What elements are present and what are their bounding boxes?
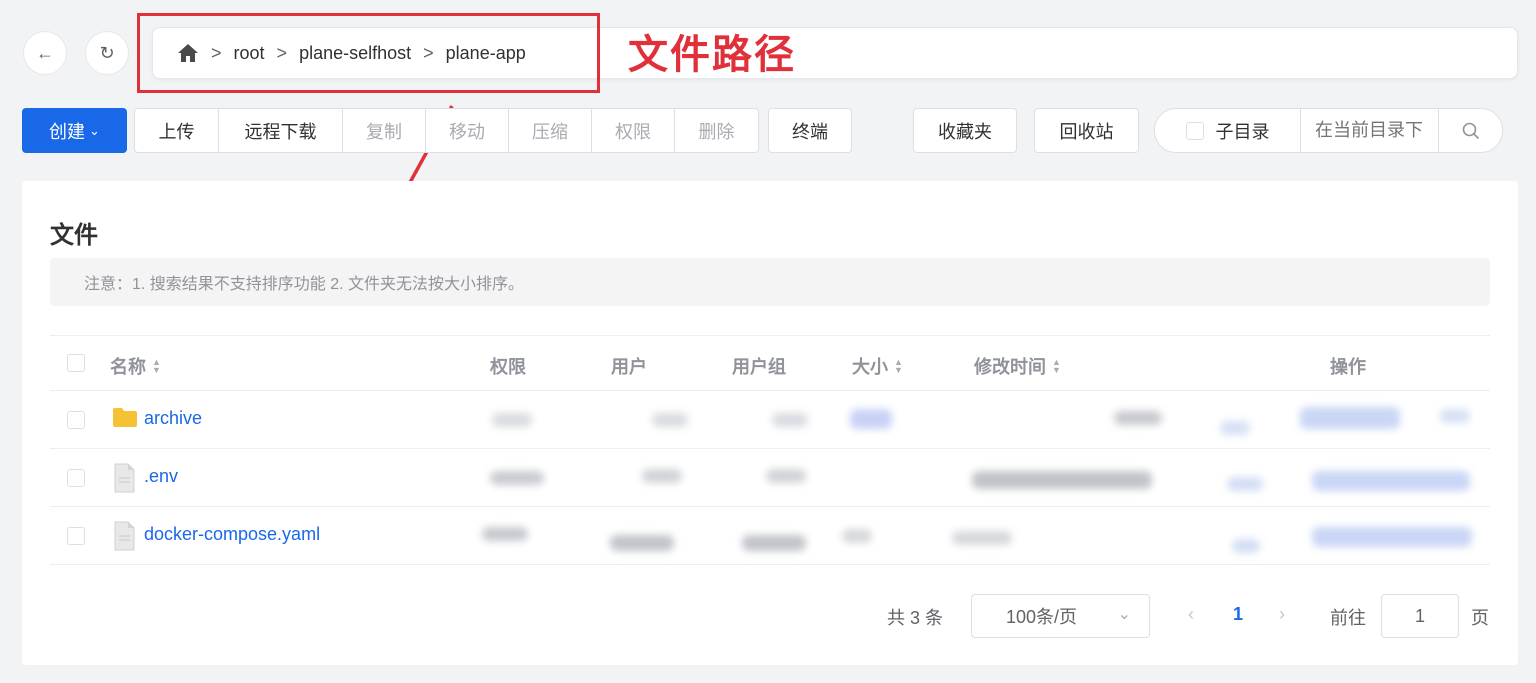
row-checkbox[interactable] (67, 527, 85, 545)
pagination-total: 共 3 条 (887, 608, 944, 628)
upload-button[interactable]: 上传 (135, 109, 219, 152)
move-button[interactable]: 移动 (426, 109, 509, 152)
search-icon[interactable] (1439, 122, 1502, 140)
next-page-icon[interactable]: › (1279, 604, 1285, 625)
recycle-bin-button[interactable]: 回收站 (1034, 108, 1139, 153)
header-actions: 操作 (1330, 357, 1366, 377)
file-icon (112, 521, 136, 556)
header-permission: 权限 (490, 357, 526, 377)
terminal-button[interactable]: 终端 (768, 108, 852, 153)
refresh-button[interactable]: ↻ (85, 31, 129, 75)
page-size-value: 100条/页 (1006, 607, 1078, 627)
sort-icon: ▲ ▼ (1052, 357, 1061, 375)
back-button[interactable]: ← (23, 31, 67, 75)
annotation-box-path (137, 13, 600, 93)
chevron-down-icon: ⌄ (89, 122, 100, 138)
sort-icon: ▲ ▼ (152, 357, 161, 375)
header-group: 用户组 (732, 357, 786, 377)
header-name-label: 名称 (110, 357, 146, 377)
annotation-label: 文件路径 (628, 33, 796, 77)
subdirectory-toggle[interactable]: 子目录 (1155, 109, 1301, 152)
delete-button[interactable]: 删除 (675, 109, 758, 152)
header-name[interactable]: 名称 ▲ ▼ (110, 353, 161, 379)
header-user: 用户 (611, 357, 647, 377)
subdirectory-checkbox[interactable] (1185, 121, 1204, 140)
file-card: 文件 注意：1. 搜索结果不支持排序功能 2. 文件夹无法按大小排序。 名称 ▲… (22, 181, 1518, 665)
row-checkbox[interactable] (67, 411, 85, 429)
select-all-checkbox[interactable] (67, 354, 85, 372)
subdirectory-label: 子目录 (1215, 121, 1270, 142)
remote-download-button[interactable]: 远程下载 (219, 109, 343, 152)
search-input[interactable] (1301, 109, 1439, 152)
table-row[interactable]: archive (50, 391, 1490, 449)
notice-banner: 注意：1. 搜索结果不支持排序功能 2. 文件夹无法按大小排序。 (50, 258, 1490, 306)
page-size-select[interactable]: 100条/页 ⌄ (971, 594, 1150, 638)
copy-button[interactable]: 复制 (343, 109, 426, 152)
folder-icon (112, 405, 138, 434)
header-modified[interactable]: 修改时间 ▲ ▼ (974, 353, 1061, 379)
table-header: 名称 ▲ ▼ 权限 用户 用户组 大小 ▲ ▼ 修改时间 ▲ ▼ 操作 (50, 335, 1490, 391)
page-number-current[interactable]: 1 (1233, 604, 1243, 625)
file-name-link[interactable]: docker-compose.yaml (144, 524, 320, 545)
create-label: 创建 (49, 121, 86, 142)
compress-button[interactable]: 压缩 (509, 109, 592, 152)
sort-icon: ▲ ▼ (894, 357, 903, 375)
chevron-down-icon: ⌄ (1117, 606, 1131, 623)
goto-label: 前往 (1330, 608, 1366, 628)
create-button[interactable]: 创建 ⌄ (22, 108, 127, 153)
header-size-label: 大小 (852, 357, 888, 377)
card-title: 文件 (50, 222, 98, 249)
row-checkbox[interactable] (67, 469, 85, 487)
arrow-left-icon: ← (36, 42, 54, 63)
prev-page-icon[interactable]: ‹ (1188, 604, 1194, 625)
favorites-button[interactable]: 收藏夹 (913, 108, 1017, 153)
page-suffix: 页 (1471, 608, 1489, 628)
file-action-group: 上传 远程下载 复制 移动 压缩 权限 删除 (134, 108, 759, 153)
header-modified-label: 修改时间 (974, 357, 1046, 377)
search-bar: 子目录 (1154, 108, 1503, 153)
goto-page-input[interactable]: 1 (1381, 594, 1459, 638)
refresh-icon: ↻ (99, 42, 115, 63)
file-name-link[interactable]: .env (144, 466, 178, 487)
file-name-link[interactable]: archive (144, 408, 202, 429)
file-icon (112, 463, 136, 498)
permission-button[interactable]: 权限 (592, 109, 675, 152)
header-size[interactable]: 大小 ▲ ▼ (852, 353, 903, 379)
